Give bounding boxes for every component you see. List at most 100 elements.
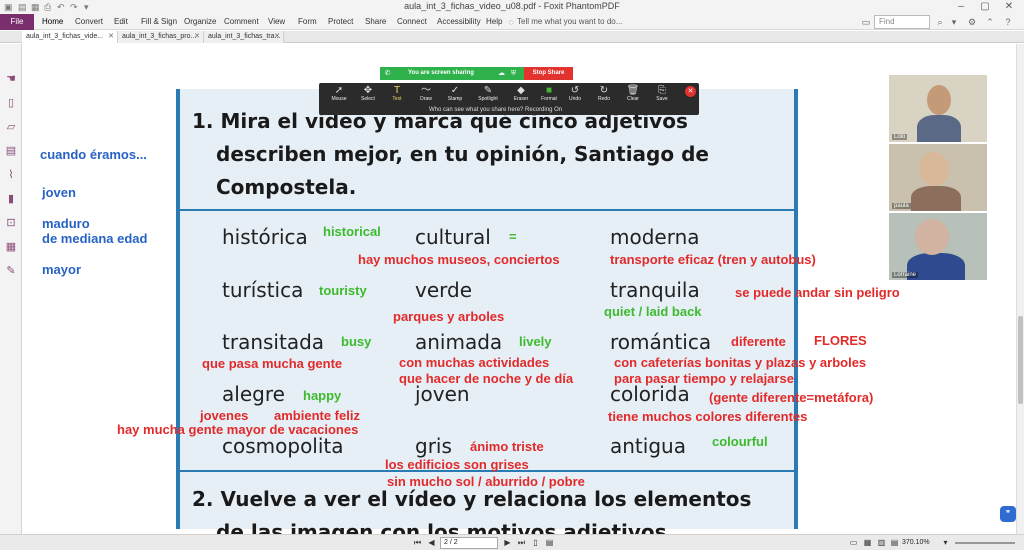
fit-page-icon[interactable]: ▭ (848, 537, 859, 548)
next-page-icon[interactable]: ▶ (502, 537, 513, 548)
page-number-field[interactable]: 2 / 2 (440, 537, 498, 549)
menu-view[interactable]: View (268, 14, 285, 30)
adjective-antigua: antigua (610, 434, 686, 458)
comments-icon[interactable]: ▤ (4, 144, 18, 158)
menu-comment[interactable]: Comment (224, 14, 259, 30)
participant-name: paula (892, 203, 911, 209)
menu-edit[interactable]: Edit (114, 14, 128, 30)
annotation-gente-mayor: hay mucha gente mayor de vacaciones (117, 422, 359, 437)
participant-silhouette (911, 186, 961, 211)
menu-help[interactable]: Help (486, 14, 502, 30)
close-tab-icon[interactable]: ✕ (108, 31, 114, 43)
close-tab-icon[interactable]: ✕ (194, 31, 200, 43)
help-icon[interactable]: ? (1002, 16, 1014, 28)
vertical-scrollbar[interactable] (1016, 44, 1024, 534)
menu-organize[interactable]: Organize (184, 14, 216, 30)
scrollbar-thumb[interactable] (1018, 316, 1023, 404)
close-toolbar-icon[interactable]: ✕ (685, 86, 696, 97)
tools-icon[interactable]: ✎ (4, 264, 18, 278)
page-thumbnails-icon[interactable]: ▯ (4, 96, 18, 110)
menu-convert[interactable]: Convert (75, 14, 103, 30)
previous-page-icon[interactable]: ◀ (426, 537, 437, 548)
select-icon: ✥ (363, 85, 373, 96)
recording-notice[interactable]: Who can see what you share here? Recordi… (429, 106, 562, 114)
chat-bubble-icon[interactable]: ▭ (860, 16, 872, 28)
find-input[interactable]: Find (874, 15, 930, 29)
annotation-metafora: (gente diferente=metáfora) (709, 390, 874, 405)
settings-icon[interactable]: ⚙ (966, 16, 978, 28)
save-icon: ⎘ (658, 85, 666, 96)
fit-width-icon[interactable]: ▦ (862, 537, 873, 548)
video-tile-lolo[interactable]: Lolo (889, 75, 987, 142)
tool-clear[interactable]: 🗑 Clear (617, 85, 649, 105)
video-tile-paula[interactable]: paula (889, 144, 987, 211)
question-1: 1. Mira el vídeo y marca qué cinco adjet… (192, 109, 709, 199)
last-page-icon[interactable]: ⏭ (516, 537, 527, 548)
zoom-level[interactable]: 370.10% (902, 537, 930, 549)
close-tab-icon[interactable]: ✕ (274, 31, 280, 43)
tool-mouse[interactable]: ➚ Mouse (323, 85, 355, 105)
attachments-icon[interactable]: ⌇ (4, 168, 18, 182)
continuous-page-icon[interactable]: ▤ (544, 537, 555, 548)
close-window-icon[interactable]: ✕ (998, 0, 1020, 14)
file-menu[interactable]: File (0, 14, 34, 30)
tool-text[interactable]: T Text (381, 85, 413, 105)
menu-form[interactable]: Form (298, 14, 317, 30)
menu-connect[interactable]: Connect (397, 14, 427, 30)
reflow-icon[interactable]: ▤ (889, 537, 900, 548)
bookmarks-icon[interactable]: ▮ (4, 192, 18, 206)
video-tile-lorraine[interactable]: Lorraine (889, 213, 987, 280)
first-page-icon[interactable]: ⏮ (412, 537, 423, 548)
adjective-romantica: romántica (610, 330, 712, 354)
layers-icon[interactable]: ▱ (4, 120, 18, 134)
menu-fill-sign[interactable]: Fill & Sign (141, 14, 177, 30)
tab-fichas-pro[interactable]: aula_int_3_fichas_pro... ✕ (118, 31, 204, 43)
tool-draw[interactable]: 〜 Draw (410, 85, 442, 105)
chat-icon[interactable]: ❞ (1000, 506, 1016, 522)
annotation-muchos-colores: tiene muchos colores diferentes (608, 409, 808, 424)
annotation-happy: happy (303, 388, 342, 403)
menu-share[interactable]: Share (365, 14, 386, 30)
participant-name: Lorraine (892, 272, 919, 278)
annotation-joven: joven (42, 185, 76, 200)
adjective-tranquila: tranquila (610, 278, 700, 302)
search-options-icon[interactable]: ▾ (948, 16, 960, 28)
form-fields-icon[interactable]: ▦ (4, 240, 18, 254)
maximize-icon[interactable]: ▢ (974, 0, 996, 14)
window-title: aula_int_3_fichas_video_u08.pdf - Foxit … (404, 1, 620, 11)
facing-icon[interactable]: ▥ (876, 537, 887, 548)
zoom-slider[interactable] (955, 542, 1015, 544)
security-lock-icon[interactable]: ⊡ (4, 216, 18, 230)
title-bar: ▣ ▤ ▦ ⎙ ↶ ↷ ▾ aula_int_3_fichas_video_u0… (0, 0, 1024, 14)
tell-me-input[interactable]: Tell me what you want to do... (517, 14, 622, 30)
status-bar: ⏮ ◀ 2 / 2 ▶ ⏭ ▯ ▤ ▭ ▦ ▥ ▤ 370.10% ▾ (0, 534, 1024, 550)
zoom-dropdown-icon[interactable]: ▾ (940, 537, 951, 548)
tab-fichas-tra[interactable]: aula_int_3_fichas_tra... ✕ (204, 31, 284, 43)
stop-share-button[interactable]: Stop Share (524, 67, 573, 80)
ribbon-toggle-icon[interactable]: ⌃ (984, 16, 996, 28)
participant-avatar (919, 152, 949, 186)
annotation-actividades: con muchas actividades (399, 355, 550, 370)
participant-avatar (915, 219, 949, 255)
section-divider (180, 209, 794, 211)
annotation-colourful: colourful (712, 434, 768, 449)
single-page-icon[interactable]: ▯ (530, 537, 541, 548)
tool-stamp[interactable]: ✓ Stamp (439, 85, 471, 105)
screen-share-banner: ✆ You are screen sharing ☁ ⛨ Stop Share (380, 67, 573, 80)
tab-fichas-video[interactable]: aula_int_3_fichas_vide... ✕ (22, 31, 118, 43)
annotation-touristy: touristy (319, 283, 367, 298)
hand-tool-icon[interactable]: ☚ (4, 72, 18, 86)
annotation-equals: = (509, 229, 517, 244)
annotation-mucha-gente: que pasa mucha gente (202, 356, 343, 371)
tool-spotlight[interactable]: ✎ Spotlight (472, 85, 504, 105)
menu-protect[interactable]: Protect (328, 14, 353, 30)
tool-undo[interactable]: ↺ Undo (559, 85, 591, 105)
annotation-animo-triste: ánimo triste (470, 439, 544, 454)
menu-accessibility[interactable]: Accessibility (437, 14, 481, 30)
minimize-icon[interactable]: – (950, 0, 972, 14)
menu-home[interactable]: Home (42, 14, 63, 30)
tool-select[interactable]: ✥ Select (352, 85, 384, 105)
tool-redo[interactable]: ↻ Redo (588, 85, 620, 105)
tool-save[interactable]: ⎘ Save (646, 85, 678, 105)
search-icon[interactable]: ⌕ (934, 16, 946, 28)
